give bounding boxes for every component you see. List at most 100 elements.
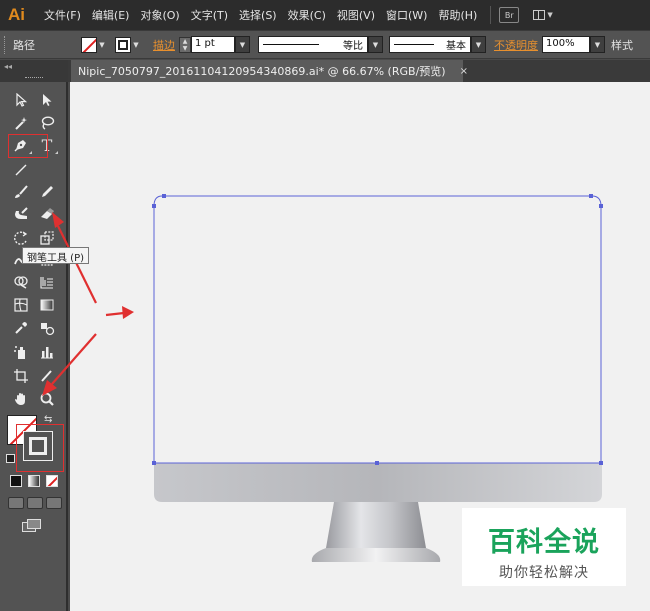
panel-grip[interactable] [4, 35, 7, 54]
stroke-weight-input[interactable]: 1 pt [191, 36, 235, 53]
opacity-dropdown[interactable]: ▼ [590, 36, 605, 53]
profile-label: 等比 [343, 41, 363, 52]
brush-dropdown[interactable]: ▼ [471, 36, 486, 53]
opacity-label-link[interactable]: 不透明度 [494, 37, 538, 53]
anchor-point [152, 204, 156, 208]
style-label: 样式 [611, 38, 633, 52]
lasso-tool-icon[interactable] [36, 113, 58, 133]
direct-selection-tool-icon[interactable] [36, 90, 58, 110]
scale-tool-icon[interactable] [36, 228, 58, 248]
document-tab[interactable]: Nipic_7050797_20161104120954340869.ai* @… [71, 60, 468, 82]
fill-swatch-none[interactable] [81, 36, 97, 53]
app-logo: Ai [8, 5, 25, 24]
perspective-grid-tool-icon[interactable] [36, 272, 58, 292]
blob-brush-tool-icon[interactable] [10, 204, 32, 224]
opacity-input[interactable]: 100% [542, 36, 590, 53]
screen-mode-back-icon [27, 519, 41, 529]
profile-line-icon [263, 44, 319, 45]
draw-normal-button[interactable] [8, 497, 24, 509]
brush-label: 基本 [446, 41, 466, 52]
watermark-title: 百科全说 [488, 527, 600, 558]
monitor-stand-neck [326, 502, 426, 548]
color-mode-button[interactable] [10, 475, 22, 487]
magic-wand-tool-icon[interactable] [10, 113, 32, 133]
toolbox-panel: T 钢笔工具 (P) ⇆ [0, 82, 90, 611]
anchor-point [162, 194, 166, 198]
chevron-down-icon: ▼ [547, 11, 553, 19]
anchor-point [152, 461, 156, 465]
draw-behind-button[interactable] [27, 497, 43, 509]
rotate-tool-icon[interactable] [10, 228, 32, 248]
anchor-point [599, 461, 603, 465]
artboard-tool-icon[interactable] [10, 366, 32, 386]
watermark: 百科全说 助你轻松解决 [462, 508, 626, 586]
eraser-tool-icon[interactable] [36, 204, 58, 224]
toolbox-header: ◂◂ [0, 60, 68, 82]
anchor-point [589, 194, 593, 198]
shape-builder-tool-icon[interactable] [10, 272, 32, 292]
pen-tool-tooltip: 钢笔工具 (P) [22, 247, 90, 264]
stroke-swatch-highlight-box [16, 424, 64, 472]
line-segment-tool-icon[interactable] [10, 160, 32, 180]
close-icon[interactable]: × [460, 66, 468, 77]
draw-inside-button[interactable] [46, 497, 62, 509]
fill-dropdown-icon[interactable]: ▼ [97, 37, 107, 53]
chevron-down-icon: ▼ [182, 44, 188, 52]
panel-collapse-icon[interactable]: ◂◂ [4, 62, 12, 71]
hand-tool-icon[interactable] [10, 389, 32, 409]
selection-type-label: 路径 [13, 38, 35, 52]
bridge-button[interactable]: Br [499, 7, 520, 23]
tool-group-indicator-icon [55, 151, 58, 154]
stroke-weight-stepper[interactable]: ▲ ▼ [179, 36, 191, 53]
control-bar: 路径 ▼ ▼ 描边 ▲ ▼ 1 pt ▼ 等比 ▼ 基本 ▼ 不透明度 100% … [0, 30, 650, 59]
symbol-sprayer-tool-icon[interactable] [10, 342, 32, 362]
gradient-tool-icon[interactable] [36, 295, 58, 315]
stroke-dropdown-icon[interactable]: ▼ [131, 37, 141, 53]
pencil-tool-icon[interactable] [36, 182, 58, 202]
menu-edit[interactable]: 编辑(E) [92, 7, 130, 23]
stroke-weight-dropdown[interactable]: ▼ [235, 36, 250, 53]
menu-divider [490, 6, 492, 24]
chevron-up-icon: ▲ [182, 37, 188, 45]
menu-type[interactable]: 文字(T) [191, 7, 228, 23]
anchor-point [375, 461, 379, 465]
column-graph-tool-icon[interactable] [36, 342, 58, 362]
anchor-point [599, 204, 603, 208]
monitor-screen-path [153, 195, 602, 464]
monitor-chin [154, 463, 602, 502]
menu-view[interactable]: 视图(V) [337, 7, 375, 23]
toolbox-grip[interactable] [25, 77, 43, 79]
stroke-swatch[interactable] [115, 36, 131, 53]
menu-effect[interactable]: 效果(C) [288, 7, 326, 23]
slice-tool-icon[interactable] [36, 366, 58, 386]
menu-object[interactable]: 对象(O) [140, 7, 179, 23]
brush-line-icon [394, 44, 434, 45]
selection-tool-icon[interactable] [10, 90, 32, 110]
menu-select[interactable]: 选择(S) [239, 7, 277, 23]
screen-mode-button[interactable] [22, 519, 42, 533]
default-colors-icon[interactable] [6, 454, 15, 463]
stroke-square-icon [118, 39, 128, 50]
workspace-layout-button[interactable]: ▼ [533, 8, 559, 22]
menu-help[interactable]: 帮助(H) [438, 7, 477, 23]
menu-window[interactable]: 窗口(W) [386, 7, 427, 23]
paintbrush-tool-icon[interactable] [10, 182, 32, 202]
gradient-mode-button[interactable] [28, 475, 40, 487]
menu-file[interactable]: 文件(F) [44, 7, 81, 23]
document-tab-title: Nipic_7050797_20161104120954340869.ai* @… [78, 65, 446, 78]
none-mode-button[interactable] [46, 475, 58, 487]
watermark-subtitle: 助你轻松解决 [499, 565, 589, 581]
eyedropper-tool-icon[interactable] [10, 318, 32, 338]
variable-width-profile[interactable]: 等比 [258, 36, 368, 53]
document-tab-row: ◂◂ Nipic_7050797_20161104120954340869.ai… [0, 60, 650, 82]
layout-icon [533, 10, 546, 20]
monitor-stand-foot [311, 548, 441, 562]
pen-tool-highlight-box [8, 134, 48, 158]
brush-definition[interactable]: 基本 [389, 36, 471, 53]
blend-tool-icon[interactable] [36, 318, 58, 338]
zoom-tool-icon[interactable] [36, 389, 58, 409]
menu-bar: Ai 文件(F) 编辑(E) 对象(O) 文字(T) 选择(S) 效果(C) 视… [0, 0, 650, 30]
profile-dropdown[interactable]: ▼ [368, 36, 383, 53]
mesh-tool-icon[interactable] [10, 295, 32, 315]
stroke-label-link[interactable]: 描边 [153, 37, 175, 53]
